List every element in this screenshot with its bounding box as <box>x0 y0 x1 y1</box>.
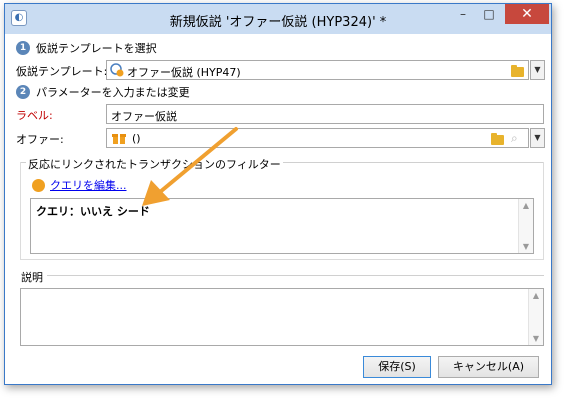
annotation-arrow <box>142 127 238 206</box>
